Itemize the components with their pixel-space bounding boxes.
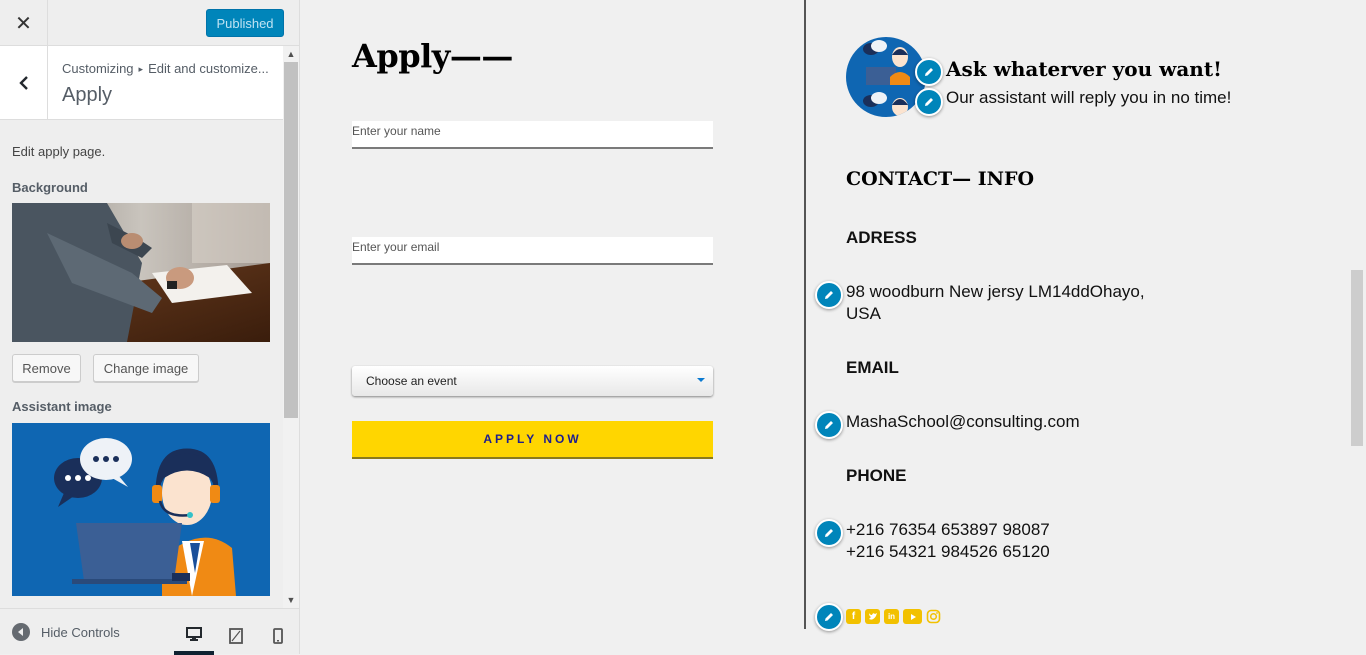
email-label: EMAIL	[846, 358, 899, 377]
publish-button[interactable]: Published	[206, 9, 284, 37]
desktop-preview-button[interactable]	[174, 617, 214, 655]
pencil-icon	[925, 68, 933, 76]
breadcrumb-item: Customizing	[62, 61, 134, 76]
facebook-icon[interactable]: f	[846, 609, 861, 624]
address-value: 98 woodburn New jersy LM14ddOhayo, USA	[846, 281, 1145, 325]
close-icon[interactable]: ✕	[0, 0, 48, 46]
remove-background-button[interactable]: Remove	[12, 354, 81, 382]
pencil-icon	[925, 98, 933, 106]
phone-label: PHONE	[846, 466, 907, 485]
desktop-icon	[186, 627, 202, 641]
mobile-preview-button[interactable]	[258, 617, 298, 655]
assistant-subtitle: Our assistant will reply you in no time!	[946, 88, 1232, 107]
pencil-icon	[825, 613, 833, 621]
change-image-button[interactable]: Change image	[93, 354, 199, 382]
youtube-icon[interactable]	[903, 609, 922, 624]
breadcrumb-separator-icon: ▸	[138, 64, 144, 74]
name-field[interactable]: Enter your name	[352, 121, 713, 149]
tablet-preview-button[interactable]	[216, 617, 256, 655]
event-select[interactable]: Choose an event	[352, 366, 713, 396]
social-links: f in	[846, 609, 941, 624]
instagram-icon[interactable]	[926, 609, 941, 624]
edit-email-button[interactable]	[815, 411, 843, 439]
chevron-down-icon	[697, 378, 705, 382]
chevron-left-icon	[18, 75, 28, 90]
edit-social-button[interactable]	[815, 603, 843, 631]
tablet-icon	[229, 628, 243, 644]
assistant-avatar	[846, 37, 926, 117]
apply-now-button[interactable]: APPLY NOW	[352, 421, 713, 459]
customizer-sidebar: ✕ Published Customizing ▸ Edit and customi…	[0, 0, 300, 655]
customizer-header: ✕ Published	[0, 0, 299, 46]
page-title: Apply——	[352, 37, 513, 75]
office-photo-image	[12, 203, 270, 342]
event-select-value: Choose an event	[366, 374, 457, 388]
email-field[interactable]: Enter your email	[352, 237, 713, 265]
assistant-image-preview[interactable]	[12, 423, 270, 596]
phone-line: +216 76354 653897 98087	[846, 520, 1050, 539]
edit-assistant-text-button[interactable]	[915, 88, 943, 116]
site-preview: Apply—— Enter your name Enter your email…	[300, 0, 1366, 654]
background-label: Background	[12, 180, 88, 195]
address-line: USA	[846, 304, 881, 323]
background-image-preview[interactable]	[12, 203, 270, 342]
pencil-icon	[825, 291, 833, 299]
email-field-placeholder: Enter your email	[352, 240, 440, 254]
email-value: MashaSchool@consulting.com	[846, 412, 1080, 431]
column-divider	[804, 0, 806, 629]
phone-line: +216 54321 984526 65120	[846, 542, 1050, 561]
address-label: ADRESS	[846, 228, 917, 247]
pencil-icon	[825, 421, 833, 429]
pencil-icon	[825, 529, 833, 537]
preview-scrollbar[interactable]	[1348, 0, 1366, 654]
hide-controls-button[interactable]: Hide Controls	[12, 623, 120, 641]
hide-controls-label: Hide Controls	[41, 624, 120, 640]
preview-scrollbar-thumb[interactable]	[1351, 270, 1363, 446]
linkedin-icon[interactable]: in	[884, 609, 899, 624]
breadcrumb: Customizing ▸ Edit and customize...	[62, 61, 269, 76]
phone-value: +216 76354 653897 98087 +216 54321 98452…	[846, 519, 1050, 563]
assistant-image-label: Assistant image	[12, 399, 112, 414]
name-field-placeholder: Enter your name	[352, 124, 441, 138]
section-title: Apply	[62, 84, 113, 106]
twitter-icon[interactable]	[865, 609, 880, 624]
address-line: 98 woodburn New jersy LM14ddOhayo,	[846, 282, 1145, 301]
edit-phone-button[interactable]	[815, 519, 843, 547]
section-header: Customizing ▸ Edit and customize... Apply	[0, 46, 283, 120]
customizer-panel: Customizing ▸ Edit and customize... Apply …	[0, 46, 299, 608]
contact-heading: CONTACT— INFO	[846, 168, 1035, 190]
scroll-up-icon[interactable]: ▲	[283, 46, 299, 62]
customizer-footer: Hide Controls	[0, 608, 299, 655]
mobile-icon	[273, 628, 283, 644]
sidebar-scrollbar[interactable]: ▲ ▼	[283, 46, 299, 608]
scroll-down-icon[interactable]: ▼	[283, 592, 299, 608]
edit-avatar-button[interactable]	[915, 58, 943, 86]
edit-address-button[interactable]	[815, 281, 843, 309]
support-agent-image	[54, 438, 236, 596]
collapse-icon	[12, 623, 30, 641]
back-button[interactable]	[0, 46, 48, 119]
breadcrumb-item: Edit and customize...	[148, 61, 269, 76]
assistant-title: Ask whaterver you want!	[946, 57, 1222, 81]
section-description: Edit apply page.	[12, 144, 106, 159]
scrollbar-thumb[interactable]	[284, 62, 298, 418]
